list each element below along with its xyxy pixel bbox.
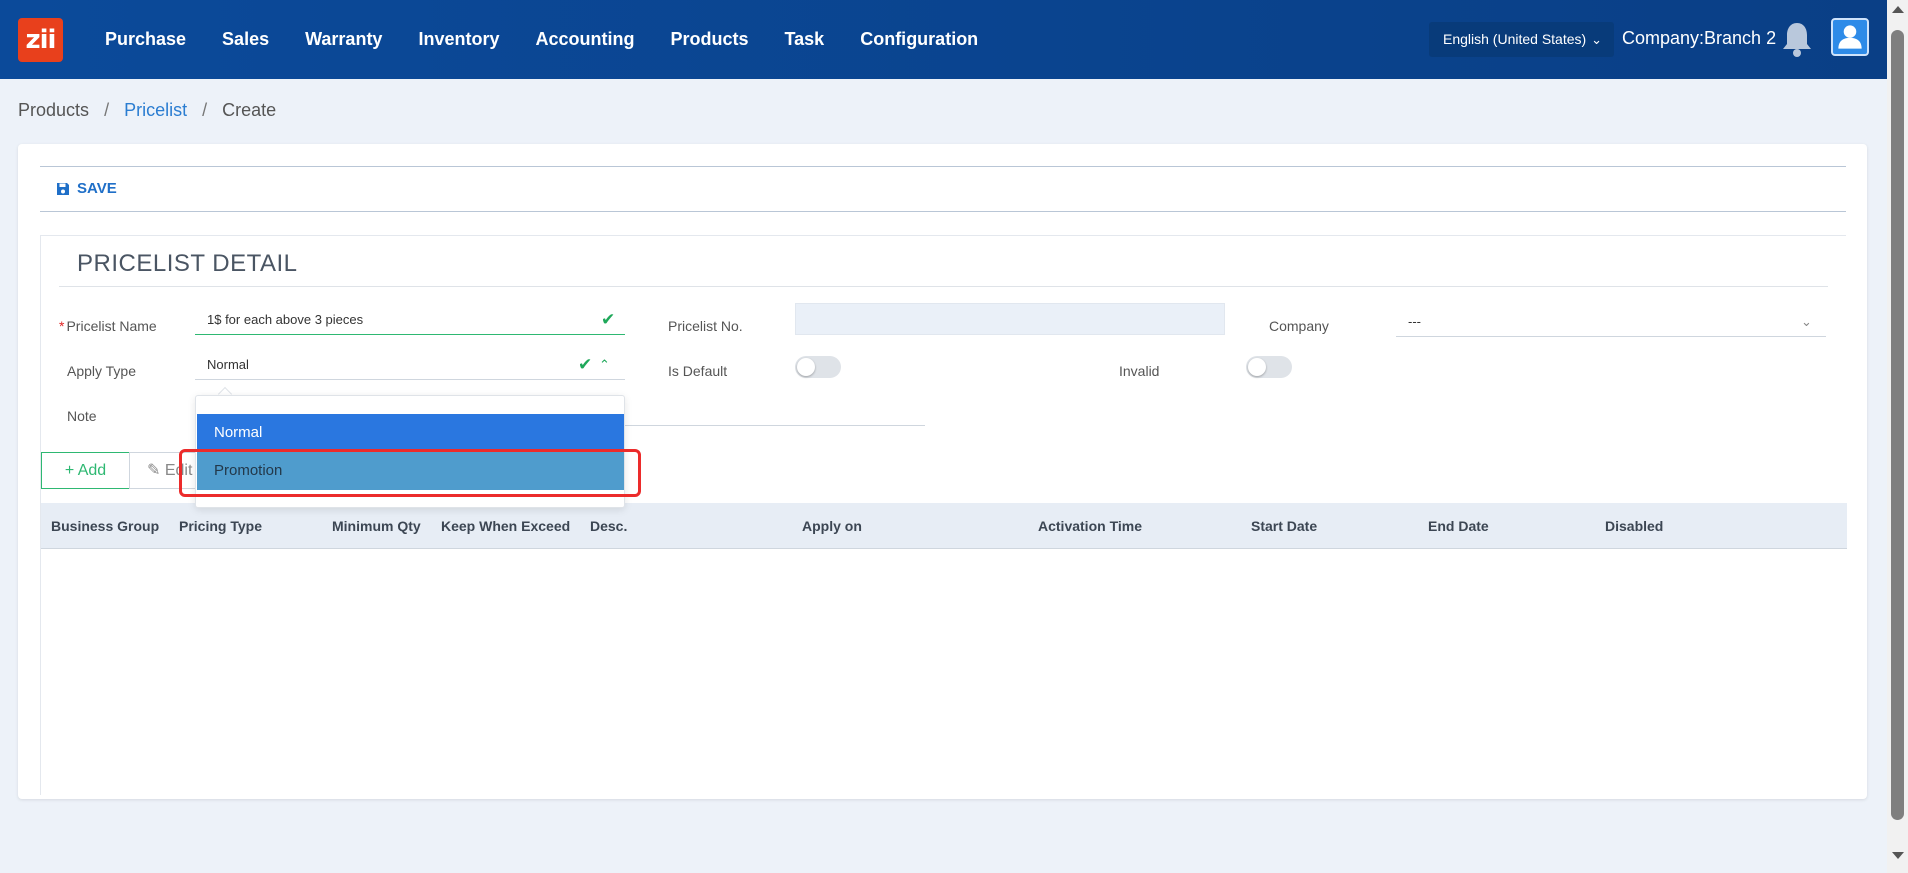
chevron-down-icon: ⌄ [1801, 314, 1812, 329]
pricelist-no-field [795, 303, 1225, 335]
chevron-down-icon: ⌄ [1591, 32, 1602, 47]
pricelist-no-label: Pricelist No. [668, 318, 743, 334]
pricelist-name-input[interactable]: 1$ for each above 3 pieces ✔ [195, 305, 625, 335]
breadcrumb: Products / Pricelist / Create [18, 100, 276, 121]
breadcrumb-create: Create [222, 100, 277, 120]
language-select[interactable]: English (United States) ⌄ [1429, 22, 1614, 57]
breadcrumb-separator: / [104, 100, 110, 120]
col-desc[interactable]: Desc. [590, 518, 627, 534]
nav-task[interactable]: Task [785, 29, 825, 50]
pricelist-name-label-text: Pricelist Name [66, 318, 157, 334]
apply-type-select[interactable]: Normal ✔ ⌃ [195, 350, 625, 380]
nav-configuration[interactable]: Configuration [860, 29, 978, 50]
annotation-highlight-box [179, 449, 641, 497]
form-toolbar: SAVE [40, 166, 1846, 212]
floppy-disk-icon [57, 182, 69, 195]
is-default-label: Is Default [668, 363, 728, 379]
col-disabled[interactable]: Disabled [1605, 518, 1663, 534]
plus-icon: + [64, 462, 75, 479]
company-label[interactable]: Company:Branch 2 [1622, 28, 1776, 49]
checkmark-icon: ✔ [601, 310, 616, 329]
chevron-up-icon: ⌃ [599, 357, 610, 372]
zii-logo[interactable]: zii [18, 18, 63, 62]
note-label: Note [67, 408, 97, 424]
invalid-toggle[interactable] [1246, 356, 1292, 378]
nav-accounting[interactable]: Accounting [535, 29, 634, 50]
main-nav: Purchase Sales Warranty Inventory Accoun… [105, 0, 1014, 79]
scroll-thumb[interactable] [1891, 30, 1904, 820]
nav-purchase[interactable]: Purchase [105, 29, 186, 50]
page-scrollbar[interactable] [1887, 0, 1908, 873]
pricelist-name-value: 1$ for each above 3 pieces [207, 312, 364, 327]
col-keep-when-exceed[interactable]: Keep When Exceed [441, 518, 570, 534]
is-default-toggle[interactable] [795, 356, 841, 378]
add-button[interactable]: + Add [41, 452, 130, 489]
col-end-date[interactable]: End Date [1428, 518, 1489, 534]
note-input[interactable] [620, 425, 925, 426]
table-header: Business Group Pricing Type Minimum Qty … [41, 503, 1847, 549]
save-button[interactable]: SAVE [56, 180, 117, 197]
col-start-date[interactable]: Start Date [1251, 518, 1317, 534]
option-normal[interactable]: Normal [197, 414, 624, 452]
scroll-down-arrow-icon[interactable] [1892, 852, 1904, 859]
col-business-group[interactable]: Business Group [51, 518, 159, 534]
nav-inventory[interactable]: Inventory [418, 29, 499, 50]
breadcrumb-pricelist-link[interactable]: Pricelist [124, 100, 187, 120]
required-marker: * [59, 318, 65, 334]
checkmark-icon: ✔ [578, 355, 593, 374]
company-select[interactable]: --- ⌄ [1396, 307, 1826, 337]
apply-type-value: Normal [207, 357, 249, 372]
pricelist-name-label: * Pricelist Name [59, 318, 157, 334]
divider [59, 286, 1828, 287]
scroll-up-arrow-icon[interactable] [1892, 6, 1904, 13]
nav-products[interactable]: Products [670, 29, 748, 50]
breadcrumb-products: Products [18, 100, 90, 120]
language-value: English (United States) [1443, 31, 1587, 47]
breadcrumb-separator: / [202, 100, 208, 120]
section-title: PRICELIST DETAIL [77, 250, 298, 277]
pencil-icon: ✎ [147, 462, 161, 479]
nav-sales[interactable]: Sales [222, 29, 269, 50]
col-apply-on[interactable]: Apply on [802, 518, 862, 534]
invalid-label: Invalid [1119, 363, 1160, 379]
company-field-label: Company [1269, 318, 1329, 334]
user-avatar-icon[interactable] [1831, 18, 1869, 56]
col-pricing-type[interactable]: Pricing Type [179, 518, 262, 534]
nav-warranty[interactable]: Warranty [305, 29, 382, 50]
col-activation-time[interactable]: Activation Time [1038, 518, 1142, 534]
col-minimum-qty[interactable]: Minimum Qty [332, 518, 421, 534]
add-label: Add [77, 462, 107, 479]
apply-type-label: Apply Type [67, 363, 137, 379]
bell-icon[interactable] [1780, 20, 1814, 58]
save-label: SAVE [77, 180, 117, 197]
top-navbar: zii Purchase Sales Warranty Inventory Ac… [0, 0, 1887, 79]
company-value: --- [1408, 314, 1421, 329]
